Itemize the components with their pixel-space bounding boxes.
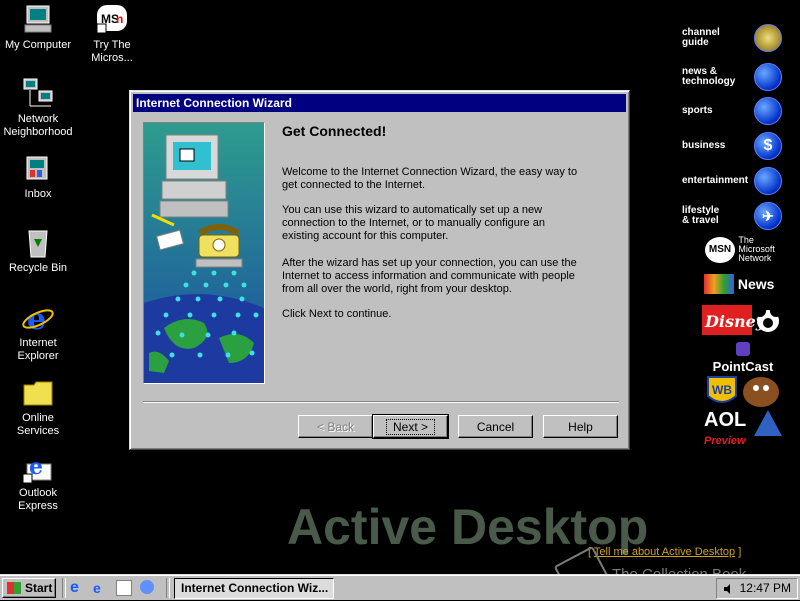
quick-launch-internet-explorer-icon[interactable]: e bbox=[70, 579, 88, 597]
soccer-ball-icon bbox=[754, 97, 782, 125]
network-icon bbox=[21, 78, 55, 110]
quick-launch-show-desktop-icon[interactable] bbox=[116, 580, 132, 596]
msn-logo-icon: MSN bbox=[705, 236, 735, 263]
channel-business[interactable]: business $ bbox=[682, 132, 782, 160]
dollar-icon: $ bbox=[754, 132, 782, 160]
back-button[interactable]: < Back bbox=[298, 415, 373, 438]
channel-label: news & technology bbox=[682, 66, 736, 87]
next-button-label: Next > bbox=[385, 418, 435, 435]
warner-bros-taz-icon: WB bbox=[707, 376, 779, 407]
pointcast-logo[interactable]: PointCast bbox=[702, 342, 784, 374]
desktop-icon-label: Inbox bbox=[24, 188, 52, 200]
svg-text:e: e bbox=[27, 302, 46, 334]
aol-triangle-icon bbox=[753, 410, 782, 436]
wizard-paragraph-setup: You can use this wizard to automatically… bbox=[282, 204, 545, 242]
desktop-icon-inbox[interactable]: Inbox bbox=[0, 153, 76, 201]
clock[interactable]: 12:47 PM bbox=[740, 579, 791, 598]
airplane-icon: ✈ bbox=[754, 202, 782, 230]
channel-guide[interactable]: channel guide bbox=[682, 24, 782, 52]
outlook-express-icon: e bbox=[21, 452, 55, 484]
wizard-illustration bbox=[143, 122, 265, 384]
taskbar-button-internet-connection-wizard[interactable]: Internet Connection Wiz... bbox=[174, 578, 334, 599]
aol-logo[interactable]: AOL Preview bbox=[704, 409, 784, 447]
film-icon bbox=[754, 167, 782, 195]
dialog-title-bar[interactable]: Internet Connection Wizard bbox=[133, 94, 626, 112]
msnbc-news-logo[interactable]: News bbox=[704, 274, 784, 294]
satellite-dish-icon bbox=[754, 24, 782, 52]
desktop-icon-outlook-express[interactable]: e Outlook Express bbox=[0, 452, 76, 513]
toolbar-divider bbox=[166, 578, 170, 598]
msnbc-news-label: News bbox=[737, 276, 775, 292]
wizard-paragraph-welcome: Welcome to the Internet Connection Wizar… bbox=[282, 166, 578, 191]
cancel-button[interactable]: Cancel bbox=[458, 415, 533, 438]
tell-me-about-link[interactable]: [ Tell me about Active Desktop ] bbox=[588, 546, 741, 558]
disney-mickey-icon: Disney bbox=[702, 305, 782, 335]
inbox-icon bbox=[21, 153, 55, 185]
disney-logo[interactable]: Disney bbox=[702, 303, 782, 337]
start-button-label: Start bbox=[25, 581, 53, 595]
channel-label: lifestyle & travel bbox=[682, 205, 720, 226]
channel-sports[interactable]: sports bbox=[682, 97, 782, 125]
computer-phone-globe-icon bbox=[144, 123, 264, 383]
desktop-icon-network[interactable]: Network Neighborhood bbox=[0, 78, 76, 139]
desktop-icon-my-computer[interactable]: My Computer bbox=[0, 4, 76, 52]
msn-icon: MS n bbox=[95, 4, 129, 36]
start-button[interactable]: Start bbox=[2, 578, 56, 598]
windows-logo-icon bbox=[7, 582, 21, 594]
desktop-icon-recycle-bin[interactable]: Recycle Bin bbox=[0, 227, 76, 275]
internet-connection-wizard-dialog: Internet Connection Wizard Get Connected… bbox=[129, 90, 630, 450]
desktop-icon-online-services[interactable]: Online Services bbox=[0, 377, 76, 438]
channel-news-technology[interactable]: news & technology bbox=[682, 63, 782, 91]
wizard-heading: Get Connected! bbox=[282, 123, 387, 139]
toolbar-divider bbox=[62, 578, 66, 598]
pointcast-label: PointCast bbox=[712, 359, 774, 374]
svg-text:n: n bbox=[116, 12, 123, 26]
svg-text:WB: WB bbox=[712, 383, 732, 397]
folder-icon bbox=[21, 377, 55, 409]
desktop-icon-internet-explorer[interactable]: e Internet Explorer bbox=[0, 302, 76, 363]
desktop-icon-label: Online Services bbox=[16, 412, 60, 437]
taskbar: Start e e Internet Connection Wiz... 12:… bbox=[0, 574, 800, 600]
computer-icon bbox=[21, 4, 55, 36]
desktop-icon-label: My Computer bbox=[4, 39, 72, 51]
channel-label: business bbox=[682, 140, 726, 151]
system-tray: 12:47 PM bbox=[716, 578, 798, 599]
help-button[interactable]: Help bbox=[543, 415, 618, 438]
desktop-icon-msn[interactable]: MS n Try The Micros... bbox=[74, 4, 150, 65]
aol-preview-label: Preview bbox=[704, 435, 746, 447]
channel-label: sports bbox=[682, 105, 713, 116]
dialog-separator bbox=[143, 401, 619, 403]
channel-label: entertainment bbox=[682, 175, 749, 186]
msn-network-label: The Microsoft Network bbox=[738, 235, 775, 263]
quick-launch-channels-icon[interactable] bbox=[140, 580, 154, 594]
pointcast-icon bbox=[736, 342, 750, 356]
peacock-icon bbox=[704, 274, 734, 294]
msn-network-logo[interactable]: MSN The Microsoft Network bbox=[705, 236, 787, 263]
dialog-title: Internet Connection Wizard bbox=[136, 96, 292, 110]
wizard-paragraph-next: Click Next to continue. bbox=[282, 308, 392, 320]
channel-entertainment[interactable]: entertainment bbox=[682, 167, 782, 195]
keyboard-icon bbox=[754, 63, 782, 91]
desktop-icon-label: Internet Explorer bbox=[17, 337, 59, 362]
desktop-icon-label: Outlook Express bbox=[18, 487, 58, 512]
warner-bros-logo[interactable]: WB bbox=[706, 374, 782, 408]
desktop-icon-label: Try The Micros... bbox=[91, 39, 133, 64]
channel-label: channel guide bbox=[682, 27, 720, 48]
desktop-icon-label: Recycle Bin bbox=[8, 262, 68, 274]
tell-me-link-text[interactable]: Tell me about Active Desktop bbox=[594, 546, 735, 558]
desktop-icon-label: Network Neighborhood bbox=[3, 113, 73, 138]
channel-lifestyle-travel[interactable]: lifestyle & travel ✈ bbox=[682, 202, 782, 230]
wizard-paragraph-after: After the wizard has set up your connect… bbox=[282, 257, 577, 295]
speaker-icon[interactable] bbox=[723, 582, 735, 594]
internet-explorer-icon: e bbox=[21, 302, 55, 337]
quick-launch-outlook-express-icon[interactable]: e bbox=[93, 579, 111, 597]
next-button[interactable]: Next > bbox=[372, 414, 449, 439]
recycle-bin-icon bbox=[21, 227, 55, 259]
aol-label: AOL bbox=[704, 409, 747, 431]
